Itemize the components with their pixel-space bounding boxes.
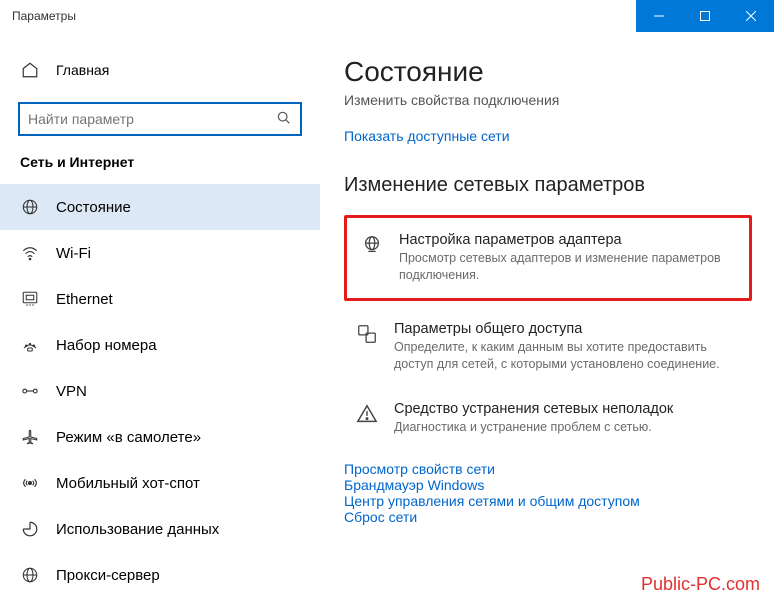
link-network-reset[interactable]: Сброс сети: [344, 509, 752, 525]
adapter-icon: [359, 232, 385, 256]
sidebar-item-label: Режим «в самолете»: [56, 429, 201, 446]
minimize-icon: [654, 11, 664, 21]
close-button[interactable]: [728, 0, 774, 32]
maximize-button[interactable]: [682, 0, 728, 32]
sharing-icon: [354, 321, 380, 345]
sidebar-item-label: Мобильный хот-спот: [56, 475, 200, 492]
section-title: Изменение сетевых параметров: [344, 174, 752, 197]
category-header: Сеть и Интернет: [0, 154, 320, 184]
card-title: Средство устранения сетевых неполадок: [394, 401, 673, 417]
close-icon: [746, 11, 756, 21]
sidebar: Главная Сеть и Интернет Состояние Wi-Fi: [0, 32, 320, 603]
titlebar: Параметры: [0, 0, 774, 32]
sidebar-item-status[interactable]: Состояние: [0, 184, 320, 230]
globe-icon: [20, 198, 40, 216]
page-subline: Изменить свойства подключения: [344, 92, 752, 108]
card-text: Настройка параметров адаптера Просмотр с…: [399, 232, 737, 284]
card-troubleshoot[interactable]: Средство устранения сетевых неполадок Ди…: [344, 393, 752, 444]
sidebar-item-dialup[interactable]: Набор номера: [0, 322, 320, 368]
card-desc: Определите, к каким данным вы хотите пре…: [394, 339, 742, 373]
wifi-icon: [20, 244, 40, 262]
link-show-networks[interactable]: Показать доступные сети: [344, 128, 752, 144]
sidebar-item-label: Набор номера: [56, 337, 157, 354]
page-title: Состояние: [344, 56, 752, 88]
card-title: Настройка параметров адаптера: [399, 232, 737, 248]
search-box[interactable]: [18, 102, 302, 136]
main-container: Главная Сеть и Интернет Состояние Wi-Fi: [0, 32, 774, 603]
sidebar-item-datausage[interactable]: Использование данных: [0, 506, 320, 552]
sidebar-item-hotspot[interactable]: Мобильный хот-спот: [0, 460, 320, 506]
sidebar-item-label: Прокси-сервер: [56, 567, 160, 584]
sidebar-item-label: Использование данных: [56, 521, 219, 538]
home-icon: [20, 61, 40, 79]
content-panel: Состояние Изменить свойства подключения …: [320, 32, 774, 603]
home-nav-item[interactable]: Главная: [0, 50, 320, 90]
sidebar-item-ethernet[interactable]: Ethernet: [0, 276, 320, 322]
watermark: Public-PC.com: [641, 574, 760, 595]
card-text: Параметры общего доступа Определите, к к…: [394, 321, 742, 373]
minimize-button[interactable]: [636, 0, 682, 32]
window-controls: [636, 0, 774, 32]
sidebar-item-wifi[interactable]: Wi-Fi: [0, 230, 320, 276]
sidebar-item-label: Wi-Fi: [56, 245, 91, 262]
sidebar-item-label: Ethernet: [56, 291, 113, 308]
card-desc: Просмотр сетевых адаптеров и изменение п…: [399, 250, 737, 284]
data-usage-icon: [20, 520, 40, 538]
search-container: [0, 90, 320, 154]
maximize-icon: [700, 11, 710, 21]
card-desc: Диагностика и устранение проблем с сетью…: [394, 419, 673, 436]
card-title: Параметры общего доступа: [394, 321, 742, 337]
dialup-icon: [20, 336, 40, 354]
sidebar-item-proxy[interactable]: Прокси-сервер: [0, 552, 320, 598]
sidebar-item-vpn[interactable]: VPN: [0, 368, 320, 414]
sidebar-item-airplane[interactable]: Режим «в самолете»: [0, 414, 320, 460]
vpn-icon: [20, 382, 40, 400]
card-adapter-settings[interactable]: Настройка параметров адаптера Просмотр с…: [344, 215, 752, 301]
hotspot-icon: [20, 474, 40, 492]
sidebar-item-label: VPN: [56, 383, 87, 400]
home-label: Главная: [56, 62, 109, 78]
ethernet-icon: [20, 290, 40, 308]
troubleshoot-icon: [354, 401, 380, 425]
link-firewall[interactable]: Брандмауэр Windows: [344, 477, 752, 493]
proxy-icon: [20, 566, 40, 584]
airplane-icon: [20, 428, 40, 446]
link-network-center[interactable]: Центр управления сетями и общим доступом: [344, 493, 752, 509]
window-title: Параметры: [0, 9, 76, 23]
sidebar-item-label: Состояние: [56, 199, 131, 216]
card-text: Средство устранения сетевых неполадок Ди…: [394, 401, 673, 436]
search-input[interactable]: [28, 111, 276, 127]
card-sharing-options[interactable]: Параметры общего доступа Определите, к к…: [344, 313, 752, 381]
link-network-properties[interactable]: Просмотр свойств сети: [344, 461, 752, 477]
search-icon: [276, 110, 292, 129]
